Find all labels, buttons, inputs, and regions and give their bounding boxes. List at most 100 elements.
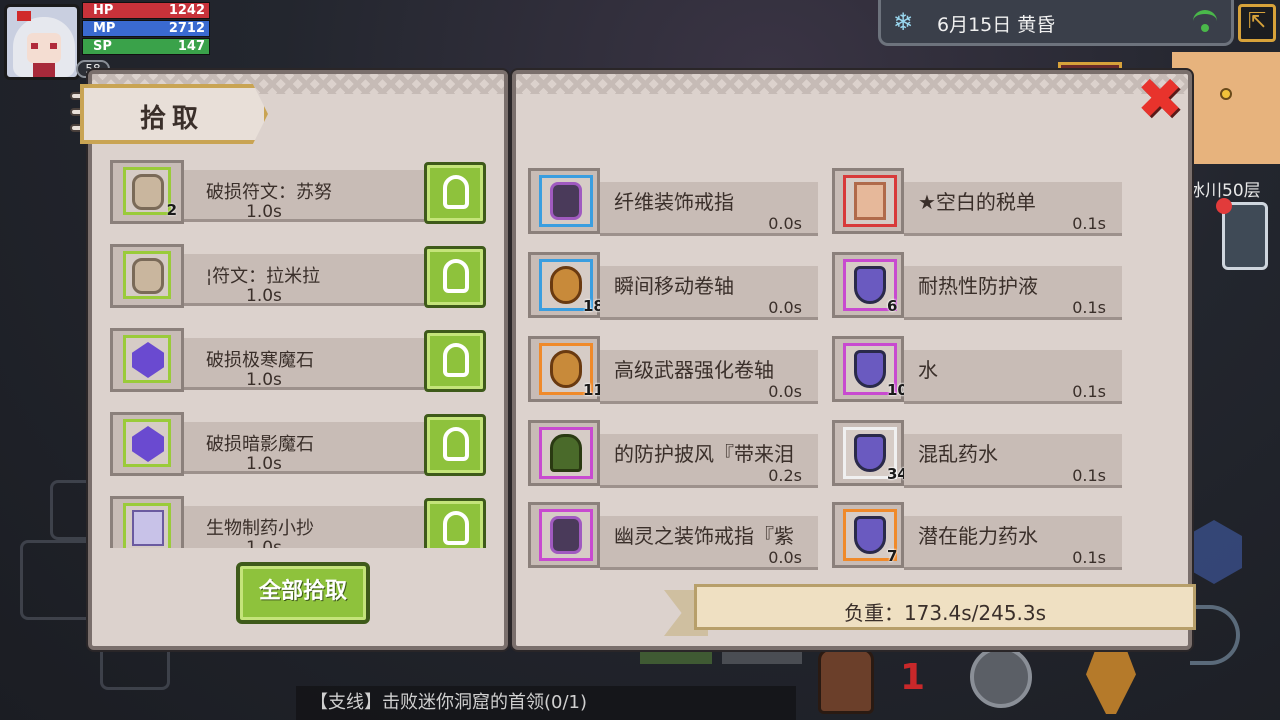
item-slot: 34 [832, 420, 908, 486]
list-item[interactable]: 纤维装饰戒指 0.0s [524, 168, 820, 240]
weight-text: 负重：173.4s/245.3s [843, 601, 1047, 625]
item-slot: 6 [832, 252, 904, 318]
scroll-icon [550, 266, 582, 304]
item-weight: 1.0s [246, 202, 282, 222]
item-name: 破损极寒魔石 [206, 350, 314, 371]
hp-label: HP [93, 3, 114, 18]
item-name: ¦符文：拉米拉 [206, 266, 321, 287]
item-slot [110, 496, 184, 548]
item-weight: 1.0s [246, 286, 282, 306]
trophy-icon[interactable] [1086, 648, 1136, 714]
list-item[interactable]: 幽灵之装饰戒指『紫 0.0s [524, 502, 820, 574]
date-display: ❄ 6月15日 黄昏 [878, 0, 1234, 46]
item-name: 生物制药小抄 [206, 518, 314, 539]
item-weight: 0.1s [1072, 466, 1106, 485]
hand-icon [443, 175, 469, 209]
pickup-button[interactable] [424, 414, 486, 476]
potion-icon [854, 350, 886, 388]
rune-icon [132, 258, 164, 294]
list-item[interactable]: ¦符文：拉米拉 1.0s [106, 238, 491, 308]
pickup-button[interactable] [424, 246, 486, 308]
potion-icon [854, 516, 886, 554]
bow-icon[interactable] [1190, 605, 1240, 665]
sp-label: SP [93, 39, 112, 54]
item-weight: 0.0s [768, 214, 802, 233]
item-name: 水 [918, 358, 938, 382]
item-weight: 0.0s [768, 548, 802, 567]
mp-value: 2712 [168, 21, 205, 36]
crystal-icon [132, 342, 164, 378]
list-item[interactable]: 生物制药小抄 1.0s [106, 490, 491, 548]
list-item[interactable]: 破损暗影魔石 1.0s [106, 406, 491, 476]
compass-icon[interactable] [970, 646, 1032, 708]
pickup-button[interactable] [424, 498, 486, 548]
date-text: 6月15日 黄昏 [937, 14, 1056, 36]
list-item[interactable]: 的防护披风『带来泪 0.2s [524, 420, 820, 492]
ring-icon [550, 516, 582, 554]
hp-value: 1242 [168, 3, 205, 18]
hand-icon [443, 511, 469, 545]
mp-bar: MP 2712 [82, 20, 210, 37]
item-slot: 7 [832, 502, 904, 568]
item-weight: 0.1s [1072, 548, 1106, 567]
pickup-button[interactable] [424, 330, 486, 392]
item-name: 混乱药水 [918, 442, 998, 466]
list-item[interactable]: ★空白的税单 0.1s [828, 168, 1124, 240]
hand-icon [443, 259, 469, 293]
list-item[interactable]: 6 耐热性防护液 0.1s [828, 252, 1124, 324]
item-weight: 0.1s [1072, 382, 1106, 401]
list-item[interactable]: 18 瞬间移动卷轴 0.0s [524, 252, 820, 324]
sp-bar: SP 147 [82, 38, 210, 55]
item-name: 纤维装饰戒指 [614, 190, 734, 214]
item-slot: 18 [528, 252, 604, 318]
item-name: 破损符文：苏努 [206, 182, 332, 203]
item-slot: 10 [832, 336, 908, 402]
item-name: 破损暗影魔石 [206, 434, 314, 455]
item-slot [528, 502, 600, 568]
list-item[interactable]: 2 破损符文：苏努 1.0s [106, 154, 491, 224]
item-weight: 0.2s [768, 466, 802, 485]
item-weight: 0.1s [1072, 298, 1106, 317]
hand-icon [443, 343, 469, 377]
list-item[interactable]: 7 潜在能力药水 0.1s [828, 502, 1124, 574]
potion-icon [854, 266, 886, 304]
item-name: 瞬间移动卷轴 [614, 274, 734, 298]
quest-tracker[interactable]: 【支线】击败迷你洞窟的首领(0/1) [296, 686, 796, 720]
item-weight: 0.0s [768, 298, 802, 317]
close-button[interactable]: ✖ [1134, 72, 1186, 128]
pickup-title: 拾取 [140, 104, 205, 134]
item-weight: 1.0s [246, 538, 282, 548]
potion-icon [854, 434, 886, 472]
list-item[interactable]: 10 水 0.1s [828, 336, 1124, 408]
item-name: 的防护披风『带来泪 [614, 442, 794, 466]
item-name: 幽灵之装饰戒指『紫 [614, 524, 794, 548]
exit-button[interactable]: ⇱ [1238, 4, 1276, 42]
scroll-icon [550, 350, 582, 388]
item-slot [110, 412, 184, 476]
ground-item-list[interactable]: 2 破损符文：苏努 1.0s ¦符文：拉米拉 1.0s 破损极寒魔石 1.0s [106, 150, 491, 548]
list-item[interactable]: 11 高级武器强化卷轴 0.0s [524, 336, 820, 408]
item-weight: 0.1s [1072, 214, 1106, 233]
item-slot [110, 244, 184, 308]
hotbar-numbers[interactable]: 1 [900, 648, 944, 714]
list-item[interactable]: 破损极寒魔石 1.0s [106, 322, 491, 392]
mp-label: MP [93, 21, 116, 36]
crystal-icon [132, 426, 164, 462]
item-qty: 7 [887, 547, 898, 565]
pickup-button[interactable] [424, 162, 486, 224]
wifi-icon [1193, 10, 1217, 32]
avatar[interactable] [4, 4, 80, 80]
item-qty: 2 [166, 201, 177, 219]
snowflake-icon: ❄ [893, 8, 914, 36]
item-slot [528, 420, 600, 486]
pick-all-button[interactable]: 全部拾取 [236, 562, 370, 624]
list-item[interactable]: 34 混乱药水 0.1s [828, 420, 1124, 492]
weight-banner: 负重：173.4s/245.3s [664, 584, 1196, 636]
item-weight: 1.0s [246, 370, 282, 390]
skill-icon[interactable] [1186, 520, 1242, 584]
backpack-icon[interactable] [818, 648, 874, 714]
item-name: 潜在能力药水 [918, 524, 1038, 548]
item-slot [110, 328, 184, 392]
item-name: 高级武器强化卷轴 [614, 358, 774, 382]
rune-icon [132, 174, 164, 210]
